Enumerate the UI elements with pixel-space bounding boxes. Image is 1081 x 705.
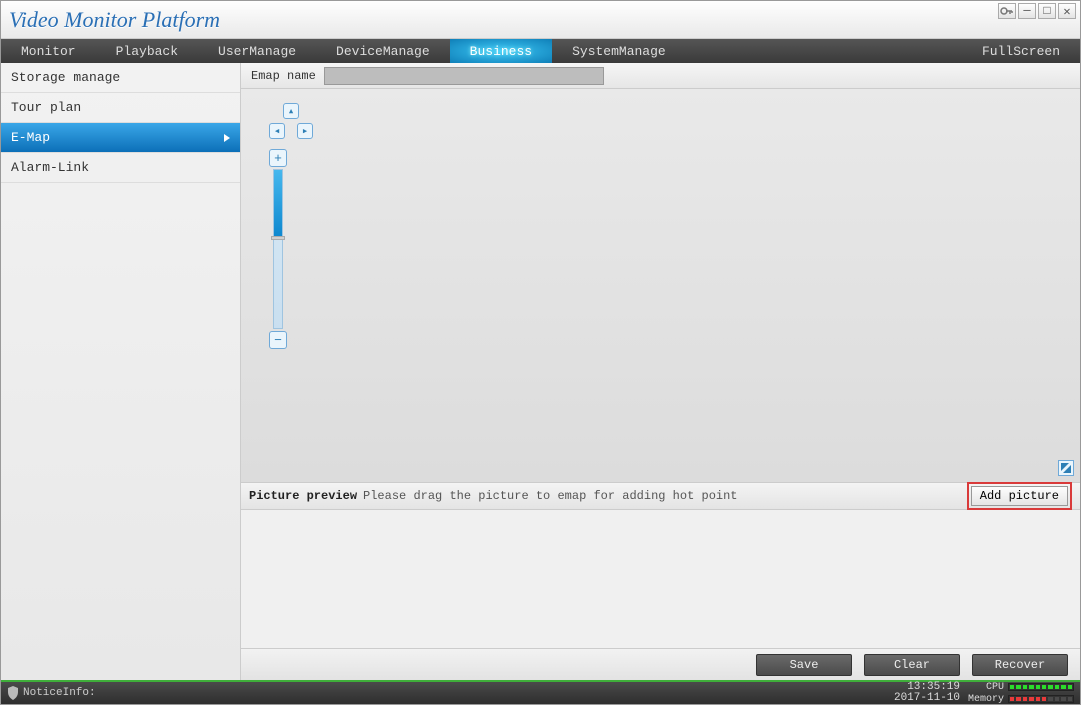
- clock: 13:35:19 2017-11-10: [894, 682, 960, 704]
- sidebar-item-alarm[interactable]: Alarm-Link: [1, 153, 240, 183]
- main-panel: Emap name ▴ ◂ ▸ + −: [241, 63, 1080, 680]
- emap-name-input[interactable]: [324, 67, 604, 85]
- menu-fullscreen[interactable]: FullScreen: [962, 39, 1080, 63]
- zoom-fill: [274, 170, 282, 236]
- zoom-handle[interactable]: [271, 236, 285, 240]
- zoom-control: + −: [269, 149, 287, 349]
- menu-business[interactable]: Business: [450, 39, 552, 63]
- close-button[interactable]: ✕: [1058, 3, 1076, 19]
- pan-up-button[interactable]: ▴: [283, 103, 299, 119]
- zoom-in-button[interactable]: +: [269, 149, 287, 167]
- emap-name-label: Emap name: [251, 69, 316, 83]
- emap-header: Emap name: [241, 63, 1080, 89]
- menu-monitor[interactable]: Monitor: [1, 39, 96, 63]
- menu-systemmanage[interactable]: SystemManage: [552, 39, 686, 63]
- preview-hint: Please drag the picture to emap for addi…: [363, 489, 967, 503]
- notice-label: NoticeInfo:: [23, 687, 96, 699]
- memory-meter: [1008, 695, 1074, 703]
- sidebar-item-tour[interactable]: Tour plan: [1, 93, 240, 123]
- preview-bar: Picture preview Please drag the picture …: [241, 482, 1080, 510]
- window-controls: ─ □ ✕: [998, 3, 1076, 19]
- app-window: Video Monitor Platform ─ □ ✕ Monitor Pla…: [0, 0, 1081, 705]
- sidebar: Storage manage Tour plan E-Map Alarm-Lin…: [1, 63, 241, 680]
- sidebar-item-emap[interactable]: E-Map: [1, 123, 240, 153]
- save-button[interactable]: Save: [756, 654, 852, 676]
- shield-icon: [7, 686, 19, 700]
- titlebar: Video Monitor Platform ─ □ ✕: [1, 1, 1080, 39]
- menu-playback[interactable]: Playback: [96, 39, 198, 63]
- maximize-button[interactable]: □: [1038, 3, 1056, 19]
- preview-area: [241, 510, 1080, 648]
- action-bar: Save Clear Recover: [241, 648, 1080, 680]
- statusbar: NoticeInfo: 13:35:19 2017-11-10 CPU Memo…: [1, 680, 1080, 704]
- key-icon[interactable]: [998, 3, 1016, 19]
- recover-button[interactable]: Recover: [972, 654, 1068, 676]
- minimize-button[interactable]: ─: [1018, 3, 1036, 19]
- app-title: Video Monitor Platform: [9, 7, 220, 33]
- memory-label: Memory: [966, 694, 1004, 705]
- clock-date: 2017-11-10: [894, 693, 960, 704]
- resource-meters: CPU Memory: [966, 682, 1074, 705]
- expand-icon[interactable]: [1058, 460, 1074, 476]
- sidebar-item-storage[interactable]: Storage manage: [1, 63, 240, 93]
- main-menu: Monitor Playback UserManage DeviceManage…: [1, 39, 1080, 63]
- zoom-slider[interactable]: [273, 169, 283, 329]
- map-canvas[interactable]: ▴ ◂ ▸ + −: [241, 89, 1080, 482]
- menu-usermanage[interactable]: UserManage: [198, 39, 316, 63]
- clear-button[interactable]: Clear: [864, 654, 960, 676]
- pan-left-button[interactable]: ◂: [269, 123, 285, 139]
- cpu-meter: [1008, 683, 1074, 691]
- cpu-label: CPU: [966, 682, 1004, 693]
- add-picture-highlight: Add picture: [967, 482, 1072, 510]
- zoom-out-button[interactable]: −: [269, 331, 287, 349]
- pan-right-button[interactable]: ▸: [297, 123, 313, 139]
- preview-title: Picture preview: [249, 489, 357, 503]
- add-picture-button[interactable]: Add picture: [971, 486, 1068, 506]
- menu-devicemanage[interactable]: DeviceManage: [316, 39, 450, 63]
